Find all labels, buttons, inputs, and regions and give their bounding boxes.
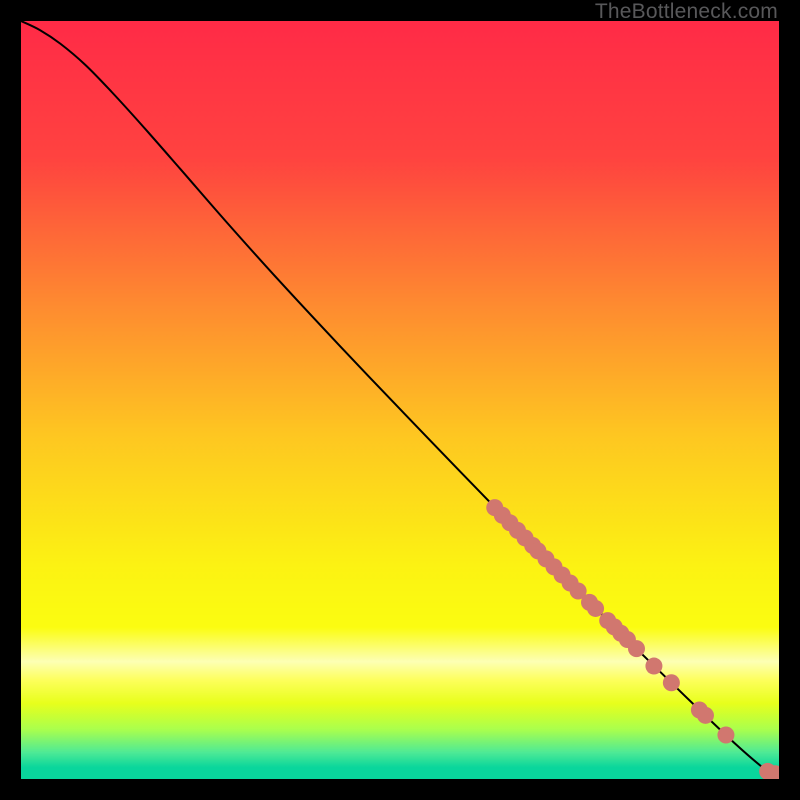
data-dot [628,640,645,657]
data-dot [645,658,662,675]
data-dot [717,727,734,744]
data-dots [486,499,779,779]
data-dot [663,674,680,691]
data-dot [587,600,604,617]
bottleneck-curve [21,21,779,774]
data-dot [697,707,714,724]
watermark-text: TheBottleneck.com [595,0,778,24]
chart-frame [21,21,779,779]
chart-overlay [21,21,779,779]
